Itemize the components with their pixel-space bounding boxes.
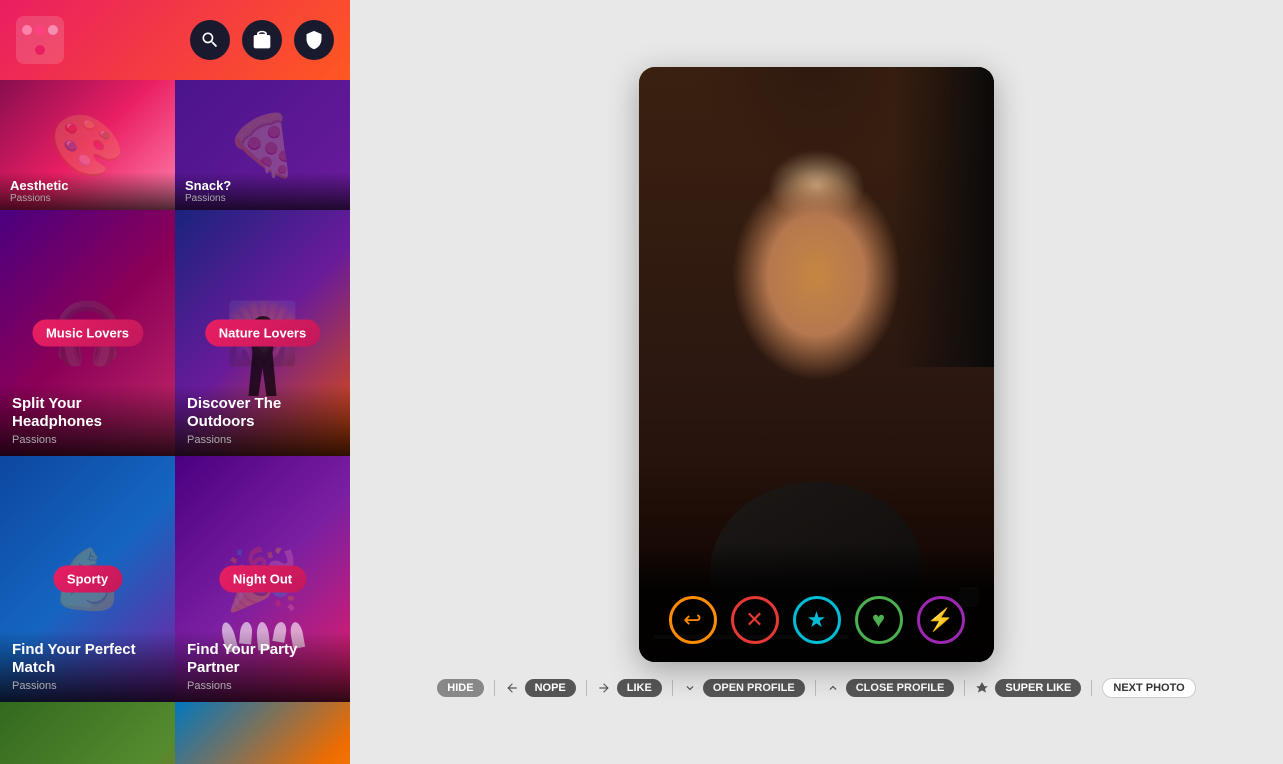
- divider-4: [815, 680, 816, 696]
- music-title: Split Your Headphones: [12, 395, 163, 431]
- close-profile-key[interactable]: CLOSE PROFILE: [846, 679, 955, 697]
- nature-tag: Nature Lovers: [205, 320, 320, 347]
- top-cards-row: 🎨 Aesthetic Passions 🍕 Snack? Passions: [0, 80, 350, 210]
- night-out-title: Find Your Party Partner: [187, 641, 338, 677]
- close-profile-arrow-icon: [826, 681, 840, 695]
- shortcuts-bar: HIDE NOPE LIKE OPEN PROFILE: [437, 678, 1195, 698]
- divider-3: [672, 680, 673, 696]
- night-out-subtitle: Passions: [187, 680, 338, 692]
- divider-6: [1091, 680, 1092, 696]
- bag-icon-btn[interactable]: [242, 20, 282, 60]
- sporty-card-info: Find Your Perfect Match Passions: [0, 631, 175, 702]
- like-key[interactable]: LIKE: [617, 679, 662, 697]
- aesthetic-subtitle: Passions: [10, 193, 165, 204]
- shield-icon-btn[interactable]: [294, 20, 334, 60]
- sporty-title: Find Your Perfect Match: [12, 641, 163, 677]
- super-like-key[interactable]: SUPER LIKE: [995, 679, 1081, 697]
- hide-key[interactable]: HIDE: [437, 679, 483, 697]
- next-photo-key[interactable]: NEXT PHOTO: [1102, 678, 1195, 698]
- open-profile-key[interactable]: OPEN PROFILE: [703, 679, 805, 697]
- aesthetic-card-info: Aesthetic Passions: [0, 172, 175, 210]
- divider-5: [964, 680, 965, 696]
- music-tag: Music Lovers: [32, 320, 143, 347]
- open-profile-shortcut: OPEN PROFILE: [683, 679, 805, 697]
- night-out-card-info: Find Your Party Partner Passions: [175, 631, 350, 702]
- music-lovers-card[interactable]: 🎧 Music Lovers Split Your Headphones Pas…: [0, 210, 175, 456]
- music-card-info: Split Your Headphones Passions: [0, 385, 175, 456]
- nature-card-info: Discover The Outdoors Passions: [175, 385, 350, 456]
- close-profile-shortcut: CLOSE PROFILE: [826, 679, 955, 697]
- super-like-icon: [975, 681, 989, 695]
- rewind-btn-overlay[interactable]: ↩: [669, 596, 717, 644]
- overlay-action-btns: ↩ ✕ ★ ♥ ⚡: [669, 596, 965, 652]
- open-profile-arrow-icon: [683, 681, 697, 695]
- nature-title: Discover The Outdoors: [187, 395, 338, 431]
- sporty-card[interactable]: 💪 Sporty Find Your Perfect Match Passion…: [0, 456, 175, 702]
- thrill-seekers-card[interactable]: 🧗 Thrill Seekers Passions: [0, 702, 175, 764]
- music-subtitle: Passions: [12, 434, 163, 446]
- nature-lovers-card[interactable]: 🌄 Nature Lovers Discover The Outdoors Pa…: [175, 210, 350, 456]
- boost-btn-overlay[interactable]: ⚡: [917, 596, 965, 644]
- like-arrow-icon: [597, 681, 611, 695]
- snack-title: Snack?: [185, 178, 340, 193]
- sporty-subtitle: Passions: [12, 680, 163, 692]
- search-icon-btn[interactable]: [190, 20, 230, 60]
- like-btn-overlay[interactable]: ♥: [855, 596, 903, 644]
- app-logo: [16, 16, 64, 64]
- hide-shortcut: HIDE: [437, 679, 483, 697]
- night-out-tag: Night Out: [219, 566, 306, 593]
- profile-card: ↩ ✕ ★ ♥ ⚡: [639, 67, 994, 662]
- divider-1: [494, 680, 495, 696]
- nope-arrow-icon: [505, 681, 519, 695]
- snack-subtitle: Passions: [185, 193, 340, 204]
- snack-card-info: Snack? Passions: [175, 172, 350, 210]
- nope-btn-overlay[interactable]: ✕: [731, 596, 779, 644]
- night-out-card[interactable]: 🎉 Night Out Find Your Party Partner Pass…: [175, 456, 350, 702]
- like-shortcut: LIKE: [597, 679, 662, 697]
- snack-card[interactable]: 🍕 Snack? Passions: [175, 80, 350, 210]
- next-photo-shortcut: NEXT PHOTO: [1102, 678, 1195, 698]
- sporty-tag: Sporty: [53, 566, 122, 593]
- aesthetic-card[interactable]: 🎨 Aesthetic Passions: [0, 80, 175, 210]
- main-content: ↩ ✕ ★ ♥ ⚡ HIDE NOPE LIKE: [350, 0, 1283, 764]
- super-like-shortcut: SUPER LIKE: [975, 679, 1081, 697]
- nope-key[interactable]: NOPE: [525, 679, 576, 697]
- profile-actions-overlay: ↩ ✕ ★ ♥ ⚡: [639, 542, 994, 662]
- wanderlust-bg-icon: ✈️: [175, 702, 350, 764]
- divider-2: [586, 680, 587, 696]
- sidebar-header: [0, 0, 350, 80]
- aesthetic-title: Aesthetic: [10, 178, 165, 193]
- nope-shortcut: NOPE: [505, 679, 576, 697]
- thrill-bg-icon: 🧗: [0, 702, 175, 764]
- nature-subtitle: Passions: [187, 434, 338, 446]
- passion-cards-grid: 🎧 Music Lovers Split Your Headphones Pas…: [0, 210, 350, 764]
- sidebar: 🎨 Aesthetic Passions 🍕 Snack? Passions 🎧…: [0, 0, 350, 764]
- wanderlust-card[interactable]: ✈️ Wanderlust Passions: [175, 702, 350, 764]
- star-btn-overlay[interactable]: ★: [793, 596, 841, 644]
